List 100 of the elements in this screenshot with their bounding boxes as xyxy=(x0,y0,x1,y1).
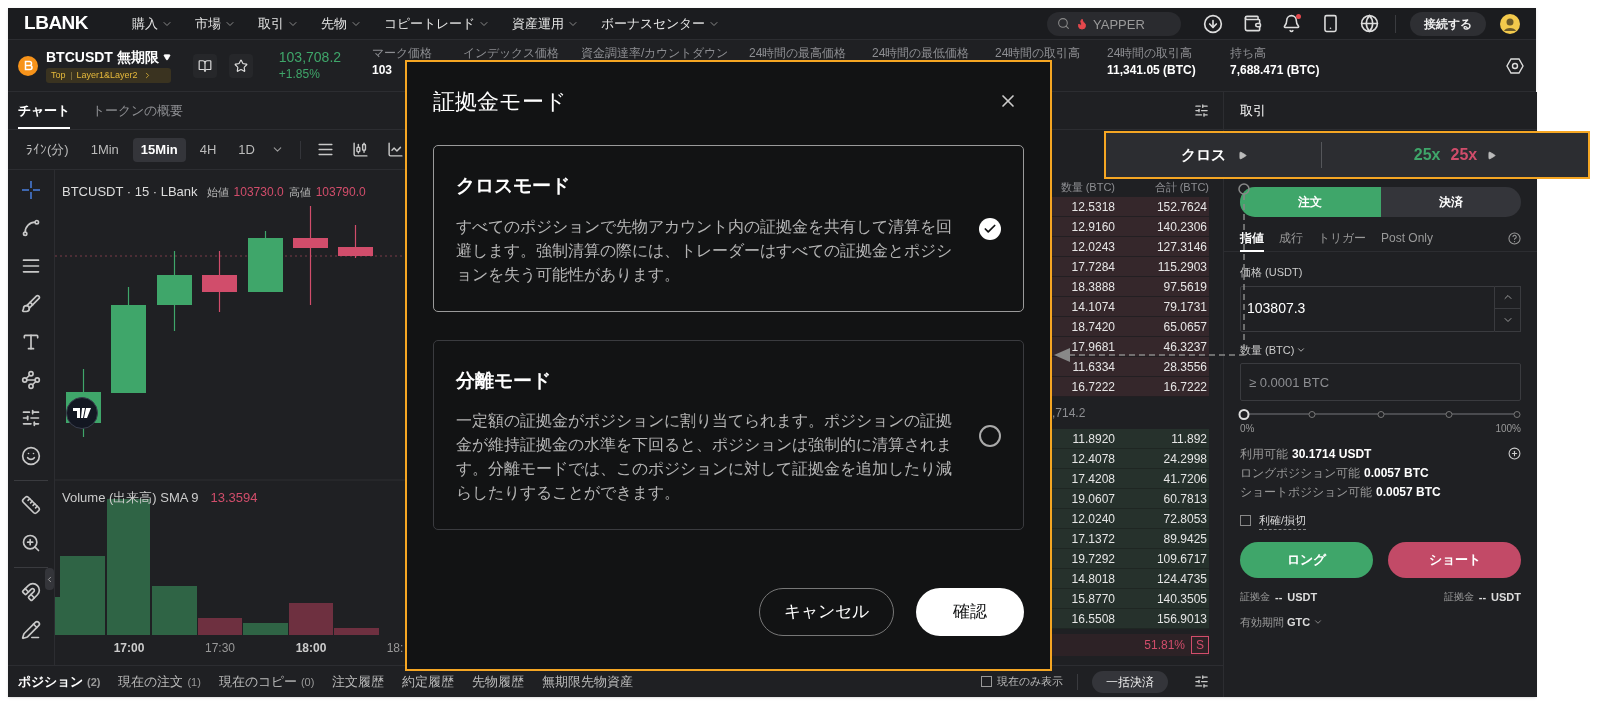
order-total: 41.7206 xyxy=(1162,470,1208,488)
order-type-tab[interactable]: 指値 xyxy=(1240,225,1264,252)
search-field[interactable]: YAPPER xyxy=(1047,12,1181,36)
wallet-icon[interactable] xyxy=(1243,14,1262,33)
mode-option-card[interactable]: 分離モード 一定額の証拠金がポジションに割り当てられます。ポジションの証拠金が維持証拠金の水準を下回ると、ポジションは強制的に清算されます。分離モードでは、このポジションに対して証拠金を追加したり減らしたりすることができます。 xyxy=(433,339,1024,530)
sliders-icon[interactable] xyxy=(1194,103,1209,118)
chart-tab[interactable]: トークンの概要 xyxy=(92,95,183,129)
order-type-tab[interactable]: 成行 xyxy=(1279,225,1303,252)
quantity-field[interactable]: ≥ 0.0001 BTC xyxy=(1240,363,1521,401)
mode-option-card[interactable]: クロスモード すべてのポジションで先物アカウント内の証拠金を共有して清算を回避します。強制清算の際には、トレーダーはすべての証拠金とポジションを失う可能性があります。 xyxy=(433,145,1024,312)
sliders-icon[interactable] xyxy=(1194,674,1209,689)
globe-icon[interactable] xyxy=(1360,14,1379,33)
order-quantity: 19.7292 xyxy=(1070,550,1115,568)
nav-menu-item[interactable]: ボーナスセンター xyxy=(601,13,721,34)
margin-label: 証拠金 xyxy=(1240,590,1270,605)
close-all-button[interactable]: 一括決済 xyxy=(1092,670,1168,693)
positions-tab[interactable]: ポジション (2) xyxy=(18,671,101,692)
candlestick-icon[interactable] xyxy=(351,141,369,158)
slider-track[interactable] xyxy=(1240,409,1521,419)
interval-tab[interactable]: 1D xyxy=(230,137,263,162)
checkbox[interactable] xyxy=(981,676,992,687)
nav-menu-item[interactable]: 市場 xyxy=(195,13,237,34)
order-quantity: 12.0240 xyxy=(1070,510,1115,528)
legend-label: 高値 xyxy=(288,184,311,200)
add-circle-icon[interactable] xyxy=(1508,447,1521,460)
positions-tab[interactable]: 現在のコピー (0) xyxy=(218,671,315,692)
order-quantity: 12.5318 xyxy=(1070,198,1115,216)
positions-tab[interactable]: 先物履歴 xyxy=(472,671,525,692)
nav-menu-item[interactable]: 取引 xyxy=(258,13,300,34)
time-in-force-selector[interactable]: 有効期間 GTC xyxy=(1240,614,1324,631)
bell-icon[interactable] xyxy=(1282,14,1301,33)
triangle-icon xyxy=(1487,150,1497,160)
phone-icon[interactable] xyxy=(1321,14,1340,33)
interval-tab[interactable]: 15Min xyxy=(132,137,186,162)
positions-tab[interactable]: 約定履歴 xyxy=(402,671,455,692)
tag-text: Layer1&Layer2 xyxy=(76,68,138,82)
margin-mode-selector[interactable]: クロス xyxy=(1106,133,1321,177)
nav-menu-item[interactable]: 購入 xyxy=(132,13,174,34)
quantity-unit-selector[interactable]: 数量 (BTC) xyxy=(1240,341,1307,358)
brush-icon[interactable] xyxy=(21,294,41,314)
pattern-icon[interactable] xyxy=(21,370,41,390)
radio-unchecked[interactable] xyxy=(979,424,1001,447)
line-tool-icon[interactable] xyxy=(21,218,41,238)
line-chart-icon[interactable] xyxy=(386,141,404,158)
order-total: 140.3505 xyxy=(1155,590,1208,608)
book-icon[interactable] xyxy=(197,58,212,73)
order-total: 152.7624 xyxy=(1155,198,1208,216)
option-title: クロスモード xyxy=(456,174,571,198)
pencil-icon[interactable] xyxy=(21,620,41,640)
positions-tab[interactable]: 注文履歴 xyxy=(332,671,385,692)
price-field[interactable]: 103807.3 xyxy=(1240,285,1495,332)
time-axis-label: 17:00 xyxy=(113,640,145,657)
positions-tab[interactable]: 無期限先物資産 xyxy=(542,671,634,692)
logo[interactable]: LBANK xyxy=(24,9,89,38)
order-total: 46.3237 xyxy=(1162,338,1208,356)
settings-icon[interactable] xyxy=(1506,57,1524,75)
radio-checked[interactable] xyxy=(979,218,1001,241)
collapse-handle[interactable] xyxy=(45,568,54,590)
indicator-icon[interactable] xyxy=(316,141,334,158)
interval-tab[interactable]: 1Min xyxy=(82,137,127,162)
checkbox[interactable] xyxy=(1240,515,1251,527)
avatar-icon[interactable] xyxy=(1500,13,1520,34)
smile-icon[interactable] xyxy=(21,446,41,466)
star-icon[interactable] xyxy=(233,58,248,73)
chart-legend-title: BTCUSDT · 15 · LBank xyxy=(62,183,198,201)
logo-icon xyxy=(73,408,91,418)
info-value: 0.0057 BTC xyxy=(1376,483,1441,501)
chart-tab[interactable]: チャート xyxy=(18,95,70,129)
slider-thumb[interactable] xyxy=(1238,408,1250,420)
info-label: ロングポジション可能 xyxy=(1240,464,1360,482)
confirm-button[interactable]: 確認 xyxy=(916,588,1024,636)
interval-tab[interactable]: 4H xyxy=(191,137,225,162)
order-type-tab[interactable]: Post Only xyxy=(1381,225,1434,252)
nav-menu-item[interactable]: 資産運用 xyxy=(512,13,580,34)
lines-icon[interactable] xyxy=(21,256,41,276)
order-quantity: 17.1372 xyxy=(1070,530,1115,548)
leverage-selector[interactable]: 25x 25x xyxy=(1322,133,1588,177)
order-total: 60.7813 xyxy=(1162,490,1208,508)
short-button[interactable]: ショート xyxy=(1388,541,1521,578)
measure-lines-icon[interactable] xyxy=(21,408,41,428)
search-icon xyxy=(1057,16,1070,30)
interval-tab[interactable]: ﾗｲﾝ(分) xyxy=(18,137,77,162)
order-quantity: 19.0607 xyxy=(1070,490,1115,508)
nav-menu-item[interactable]: コピートレード xyxy=(384,13,491,34)
order-quantity: 11.6334 xyxy=(1071,358,1115,376)
tag-chip[interactable]: Top Layer1&Layer2 xyxy=(46,68,171,83)
order-side-tab[interactable]: 決済 xyxy=(1380,187,1521,217)
ruler-icon[interactable] xyxy=(21,495,41,515)
candle xyxy=(202,250,237,313)
crosshair-icon[interactable] xyxy=(21,180,41,200)
download-icon[interactable] xyxy=(1203,13,1223,34)
connect-button[interactable]: 接続する xyxy=(1410,11,1486,36)
magnet-icon[interactable] xyxy=(21,582,41,602)
help-icon[interactable] xyxy=(1508,232,1521,245)
order-type-tab[interactable]: トリガー xyxy=(1318,225,1366,252)
symbol-selector[interactable]: BTCUSDT 無期限 xyxy=(46,48,171,66)
nav-menu-item[interactable]: 先物 xyxy=(321,13,363,34)
zoom-in-icon[interactable] xyxy=(21,533,41,553)
text-tool-icon[interactable] xyxy=(21,332,41,352)
positions-tab[interactable]: 現在の注文 (1) xyxy=(118,671,201,692)
